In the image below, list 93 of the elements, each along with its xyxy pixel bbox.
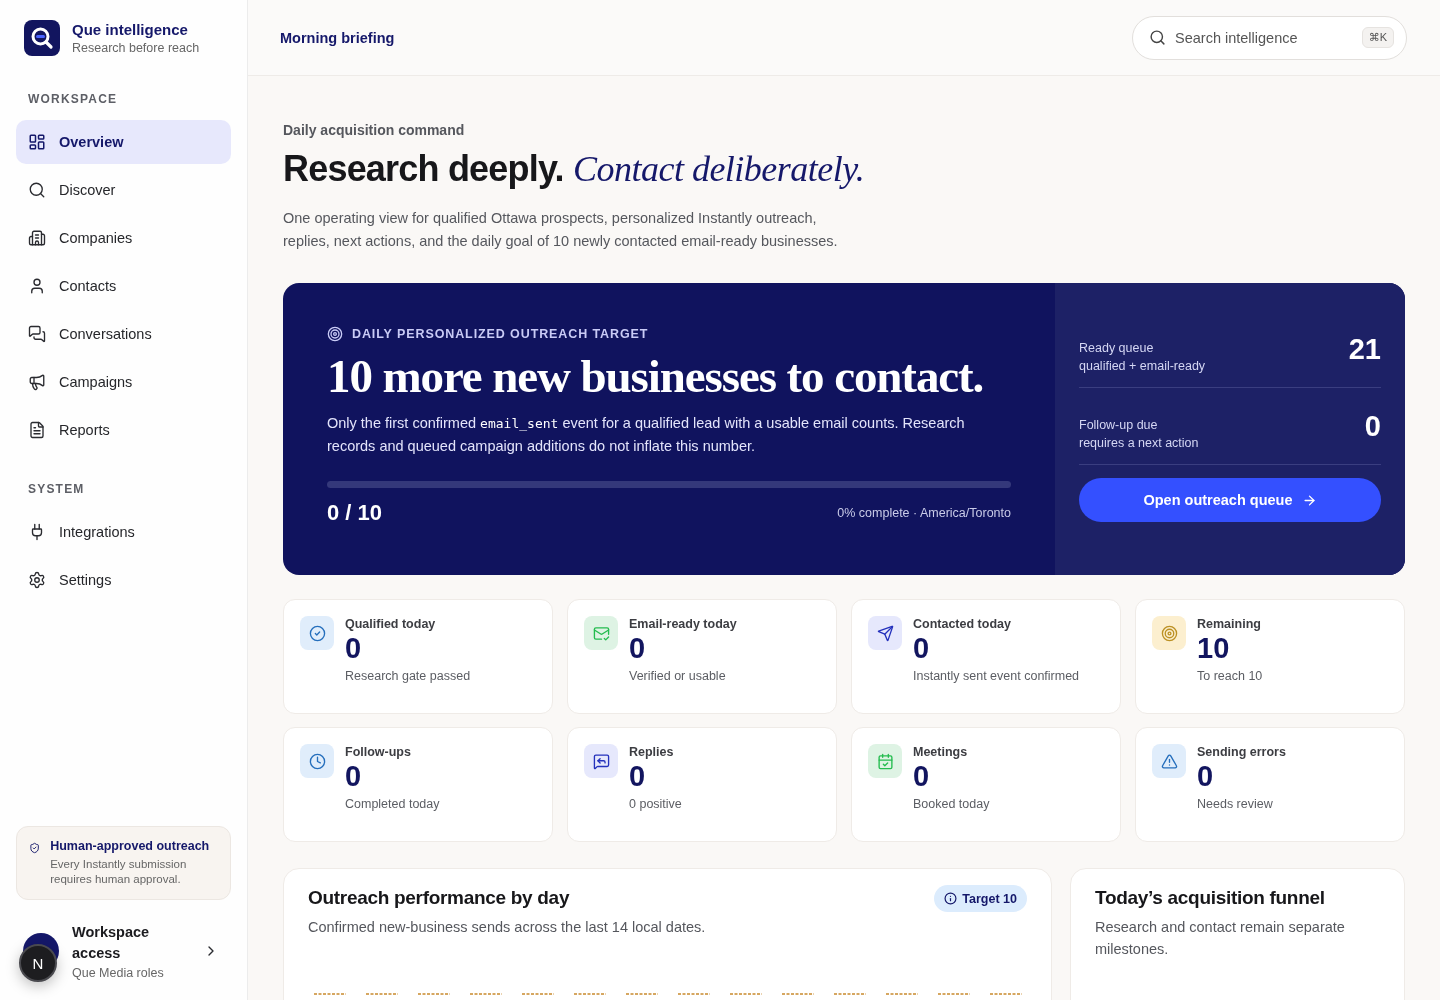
stat-title: Replies — [629, 745, 675, 759]
building-icon — [28, 229, 46, 247]
queue-label: Ready queue — [1079, 341, 1155, 355]
target-icon — [327, 326, 343, 342]
target-line — [417, 993, 451, 995]
banner-eyebrow: DAILY PERSONALIZED OUTREACH TARGET — [352, 327, 649, 341]
progress-caption: 0% complete · America/Toronto — [837, 506, 1011, 520]
person-icon — [28, 277, 46, 295]
stat-value: 0 — [629, 631, 647, 665]
hero-eyebrow: Daily acquisition command — [283, 122, 466, 138]
page-title: Morning briefing — [280, 29, 395, 46]
notice-text: Every Instantly submission requires human approval. — [50, 857, 188, 887]
target-line — [365, 993, 399, 995]
target-line — [469, 993, 503, 995]
stat-caption: 0 positive — [629, 797, 682, 811]
nav-section-label: WORKSPACE — [27, 92, 119, 106]
queue-detail: qualified + email-ready — [1079, 359, 1206, 373]
target-line — [677, 993, 711, 995]
stat-value: 0 — [913, 631, 931, 665]
stat-caption: To reach 10 — [1197, 669, 1263, 683]
queue-label: Follow-up due — [1079, 418, 1159, 432]
target-line — [625, 993, 659, 995]
target-line — [989, 993, 1023, 995]
stat-caption: Completed today — [345, 797, 440, 811]
megaphone-icon — [28, 373, 46, 391]
target-line — [729, 993, 763, 995]
nav-item[interactable]: Companies — [16, 216, 231, 260]
nav-item[interactable]: Overview — [16, 120, 231, 164]
brand-tagline: Research before reach — [72, 41, 200, 55]
shortcut-key: ⌘K — [1361, 27, 1394, 48]
stat-title: Meetings — [913, 745, 969, 759]
info-icon — [944, 892, 958, 905]
account-title[interactable]: Workspace access — [72, 922, 190, 964]
card-subtitle: Research and contact remain separate milestones. — [1095, 918, 1346, 959]
queue-detail: requires a next action — [1079, 436, 1199, 450]
hero-description: One operating view for qualified Ottawa prospects, personalized Instantly outreach, replies, next actions, and the daily goal of 10 newly contacted email-ready businesses. — [283, 209, 839, 251]
stat-title: Sending errors — [1197, 745, 1286, 759]
nav-item[interactable]: Discover — [16, 168, 231, 212]
target-line — [885, 993, 919, 995]
stat-value: 0 — [345, 759, 363, 793]
arrow-right-icon — [1301, 492, 1317, 508]
stat-caption: Research gate passed — [345, 669, 471, 683]
nav-item[interactable]: Conversations — [16, 312, 231, 356]
stat-caption: Verified or usable — [629, 669, 727, 683]
queue-value: 21 — [1348, 333, 1381, 366]
stat-value: 0 — [345, 631, 363, 665]
stat-value: 10 — [1197, 631, 1231, 665]
nav-item[interactable]: Integrations — [16, 510, 231, 554]
nav-section-label: SYSTEM — [27, 482, 86, 496]
stat-caption: Booked today — [913, 797, 990, 811]
banner-description: Only the first confirmed email_sent event for a qualified lead with a usable email counts. Research records and queued campaign additions do not inflate this number. — [327, 414, 966, 456]
stat-value: 0 — [1197, 759, 1215, 793]
target-line — [781, 993, 815, 995]
document-icon — [28, 421, 46, 439]
queue-value: 0 — [1364, 410, 1381, 443]
magnifier-logo-icon — [24, 20, 60, 56]
card-title: Today’s acquisition funnel — [1095, 886, 1326, 909]
account-subtitle: Que Media roles — [72, 966, 165, 980]
stat-title: Follow-ups — [345, 745, 412, 759]
target-label: Target 10 — [962, 891, 1017, 906]
page-heading: Research deeply. Contact deliberately. — [283, 147, 866, 191]
open-queue-button[interactable]: Open outreach queue — [1079, 478, 1381, 522]
stat-title: Remaining — [1197, 617, 1262, 631]
progress-count: 0 / 10 — [327, 500, 383, 526]
card-subtitle: Confirmed new-business sends across the last 14 local dates. — [308, 918, 706, 937]
target-line — [313, 993, 347, 995]
stat-caption: Instantly sent event confirmed — [913, 669, 1080, 683]
target-line — [573, 993, 607, 995]
stat-title: Qualified today — [345, 617, 437, 631]
search-bar[interactable]: Search intelligence ⌘K — [1132, 15, 1407, 60]
target-line — [521, 993, 555, 995]
nav-item[interactable]: Settings — [16, 558, 231, 602]
dashboard-icon — [28, 133, 46, 151]
search-icon — [1149, 29, 1166, 46]
stat-value: 0 — [629, 759, 647, 793]
search-icon — [28, 181, 46, 199]
search-input[interactable]: Search intelligence — [1175, 29, 1353, 46]
card-title: Outreach performance by day — [308, 886, 571, 909]
notice-title: Human-approved outreach — [50, 839, 211, 853]
target-line — [937, 993, 971, 995]
dev-tools-badge[interactable]: N — [19, 944, 57, 982]
nav-item[interactable]: Reports — [16, 408, 231, 452]
nav-item[interactable]: Campaigns — [16, 360, 231, 404]
stat-caption: Needs review — [1197, 797, 1274, 811]
settings-icon — [28, 571, 46, 589]
chat-bubbles-icon — [28, 325, 46, 343]
stat-title: Contacted today — [913, 617, 1012, 631]
nav-item[interactable]: Contacts — [16, 264, 231, 308]
brand-name: Que intelligence — [72, 21, 189, 38]
banner-headline: 10 more new businesses to contact. — [327, 350, 985, 402]
target-line — [833, 993, 867, 995]
stat-value: 0 — [913, 759, 931, 793]
stat-title: Email-ready today — [629, 617, 737, 631]
